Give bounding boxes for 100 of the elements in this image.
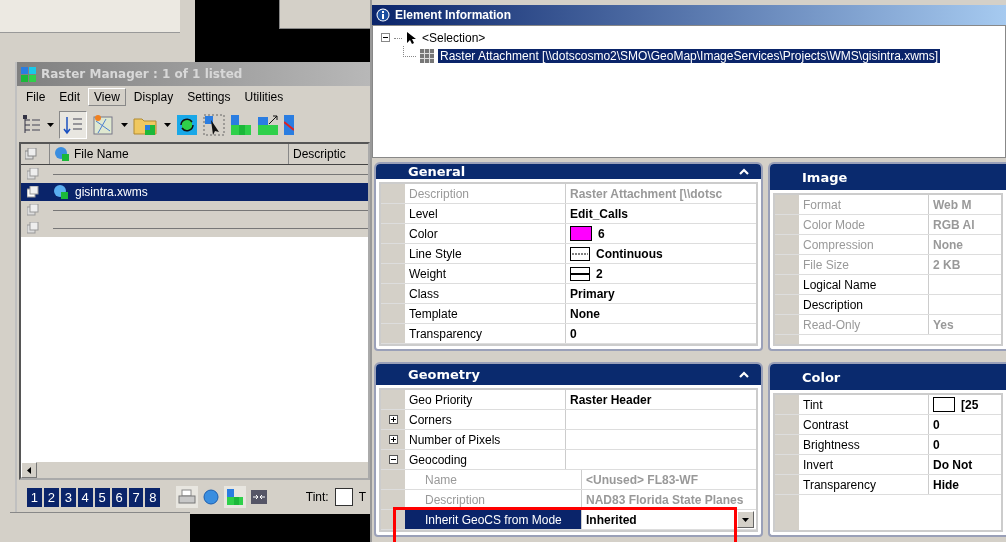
view-button[interactable]: 7 xyxy=(128,487,144,507)
tree-item[interactable]: Raster Attachment [\\dotscosmo2\SMO\GeoMap\ImageServices\Projects\WMS\gisintra.xwms] xyxy=(438,49,941,63)
refresh-raster-icon[interactable] xyxy=(176,114,198,136)
property-value: 0 xyxy=(933,417,940,432)
property-label[interactable]: Contrast xyxy=(799,415,929,434)
document-icon xyxy=(27,168,39,180)
document-icon xyxy=(27,186,39,198)
tree-list-icon[interactable] xyxy=(22,114,42,136)
globe-icon xyxy=(53,184,69,200)
property-label[interactable]: Number of Pixels xyxy=(405,430,566,449)
file-row[interactable] xyxy=(21,219,368,237)
menu-item[interactable]: Edit xyxy=(53,88,87,106)
tint-swatch[interactable] xyxy=(334,488,353,506)
raster-move-icon[interactable] xyxy=(257,114,279,136)
column-header[interactable]: File Name xyxy=(50,144,289,164)
property-label[interactable]: Transparency xyxy=(405,324,566,343)
menu-item[interactable]: View xyxy=(88,88,126,106)
property-label[interactable]: Geo Priority xyxy=(405,390,566,409)
property-label[interactable]: Level xyxy=(405,204,566,223)
column-header[interactable]: Descriptic xyxy=(289,144,368,164)
scroll-left-button[interactable] xyxy=(21,462,37,478)
property-label[interactable]: Tint xyxy=(799,395,929,414)
section-title: General xyxy=(408,164,466,179)
property-value: Edit_Calls xyxy=(570,206,629,221)
document-icon xyxy=(25,148,37,160)
property-value: [25 xyxy=(961,397,979,412)
section-header[interactable]: General xyxy=(376,164,761,179)
view-button[interactable]: 4 xyxy=(77,487,93,507)
property-label[interactable]: Transparency xyxy=(799,475,929,494)
menu-item[interactable]: Settings xyxy=(181,88,237,106)
property-label[interactable]: Corners xyxy=(405,410,566,429)
property-value: Primary xyxy=(570,286,615,301)
chevron-up-icon[interactable] xyxy=(739,168,749,175)
toggle-button[interactable] xyxy=(224,486,247,508)
caret-icon[interactable] xyxy=(164,122,171,128)
property-value: <Unused> FL83-WF xyxy=(586,472,698,487)
view-button[interactable]: 8 xyxy=(145,487,161,507)
raster-tiles-icon xyxy=(227,489,244,505)
chevron-up-icon[interactable] xyxy=(739,371,749,378)
property-value: RGB Al xyxy=(933,217,975,232)
view-button[interactable]: 5 xyxy=(94,487,110,507)
property-label[interactable]: Line Style xyxy=(405,244,566,263)
property-value: Raster Header xyxy=(570,392,652,407)
menu-item[interactable]: Display xyxy=(127,88,180,106)
section-header[interactable]: Image xyxy=(770,164,1006,190)
property-label[interactable]: Weight xyxy=(405,264,566,283)
property-value: 0 xyxy=(570,326,577,341)
dropdown-button[interactable] xyxy=(737,511,754,528)
line-style-icon xyxy=(570,246,590,261)
window-title: Element Information xyxy=(395,8,511,22)
property-label[interactable]: Logical Name xyxy=(799,275,929,294)
printer-icon xyxy=(178,489,197,505)
menu-item[interactable]: Utilities xyxy=(238,88,290,106)
file-name: gisintra.xwms xyxy=(75,185,148,199)
caret-icon[interactable] xyxy=(121,122,128,128)
section-header[interactable]: Color xyxy=(770,364,1006,390)
property-value: Raster Attachment [\\dotsc xyxy=(570,186,723,201)
menu-item[interactable]: File xyxy=(20,88,52,106)
file-row[interactable] xyxy=(21,165,368,183)
property-label[interactable]: Template xyxy=(405,304,566,323)
document-icon xyxy=(27,222,39,234)
horizontal-scrollbar[interactable] xyxy=(21,461,368,478)
line-weight-icon xyxy=(570,266,590,281)
view-button[interactable]: 3 xyxy=(60,487,76,507)
property-value: Continuous xyxy=(596,246,663,261)
property-label[interactable]: Brightness xyxy=(799,435,929,454)
raster-delete-icon[interactable] xyxy=(284,114,294,136)
property-label[interactable]: Color xyxy=(405,224,566,243)
property-value: 2 xyxy=(596,266,603,281)
expand-toggle-icon[interactable] xyxy=(388,415,398,424)
expand-toggle-icon[interactable] xyxy=(388,435,398,444)
tint-label: Tint: xyxy=(304,490,330,504)
expand-toggle-icon[interactable] xyxy=(388,455,398,464)
property-value[interactable]: Inherited xyxy=(586,512,637,527)
property-label[interactable]: Geocoding xyxy=(405,450,566,469)
view-button[interactable]: 1 xyxy=(27,487,42,507)
property-label[interactable]: Invert xyxy=(799,455,929,474)
raster-tiles-icon[interactable] xyxy=(230,114,252,136)
grid-icon xyxy=(420,49,434,63)
sort-list-icon[interactable] xyxy=(59,111,87,139)
section-title: Image xyxy=(802,169,848,185)
collapse-toggle[interactable] xyxy=(381,31,390,45)
column-3-label: T xyxy=(357,490,367,504)
tree-item[interactable]: <Selection> xyxy=(420,31,488,45)
property-label[interactable]: Description xyxy=(799,295,929,314)
pointer-icon xyxy=(406,31,416,45)
left-arrow-icon xyxy=(27,466,31,474)
property-label[interactable]: Inherit GeoCS from Mode xyxy=(405,510,582,529)
select-raster-icon[interactable] xyxy=(203,114,225,136)
file-row[interactable]: gisintra.xwms xyxy=(21,183,368,201)
caret-icon[interactable] xyxy=(47,122,54,128)
view-button[interactable]: 6 xyxy=(111,487,127,507)
property-value: Hide xyxy=(933,477,959,492)
section-header[interactable]: Geometry xyxy=(376,364,761,385)
file-row[interactable] xyxy=(21,201,368,219)
toggle-button[interactable] xyxy=(176,486,199,508)
property-label[interactable]: Class xyxy=(405,284,566,303)
property-value: Do Not xyxy=(933,457,973,472)
info-icon xyxy=(376,8,390,22)
view-button[interactable]: 2 xyxy=(43,487,59,507)
